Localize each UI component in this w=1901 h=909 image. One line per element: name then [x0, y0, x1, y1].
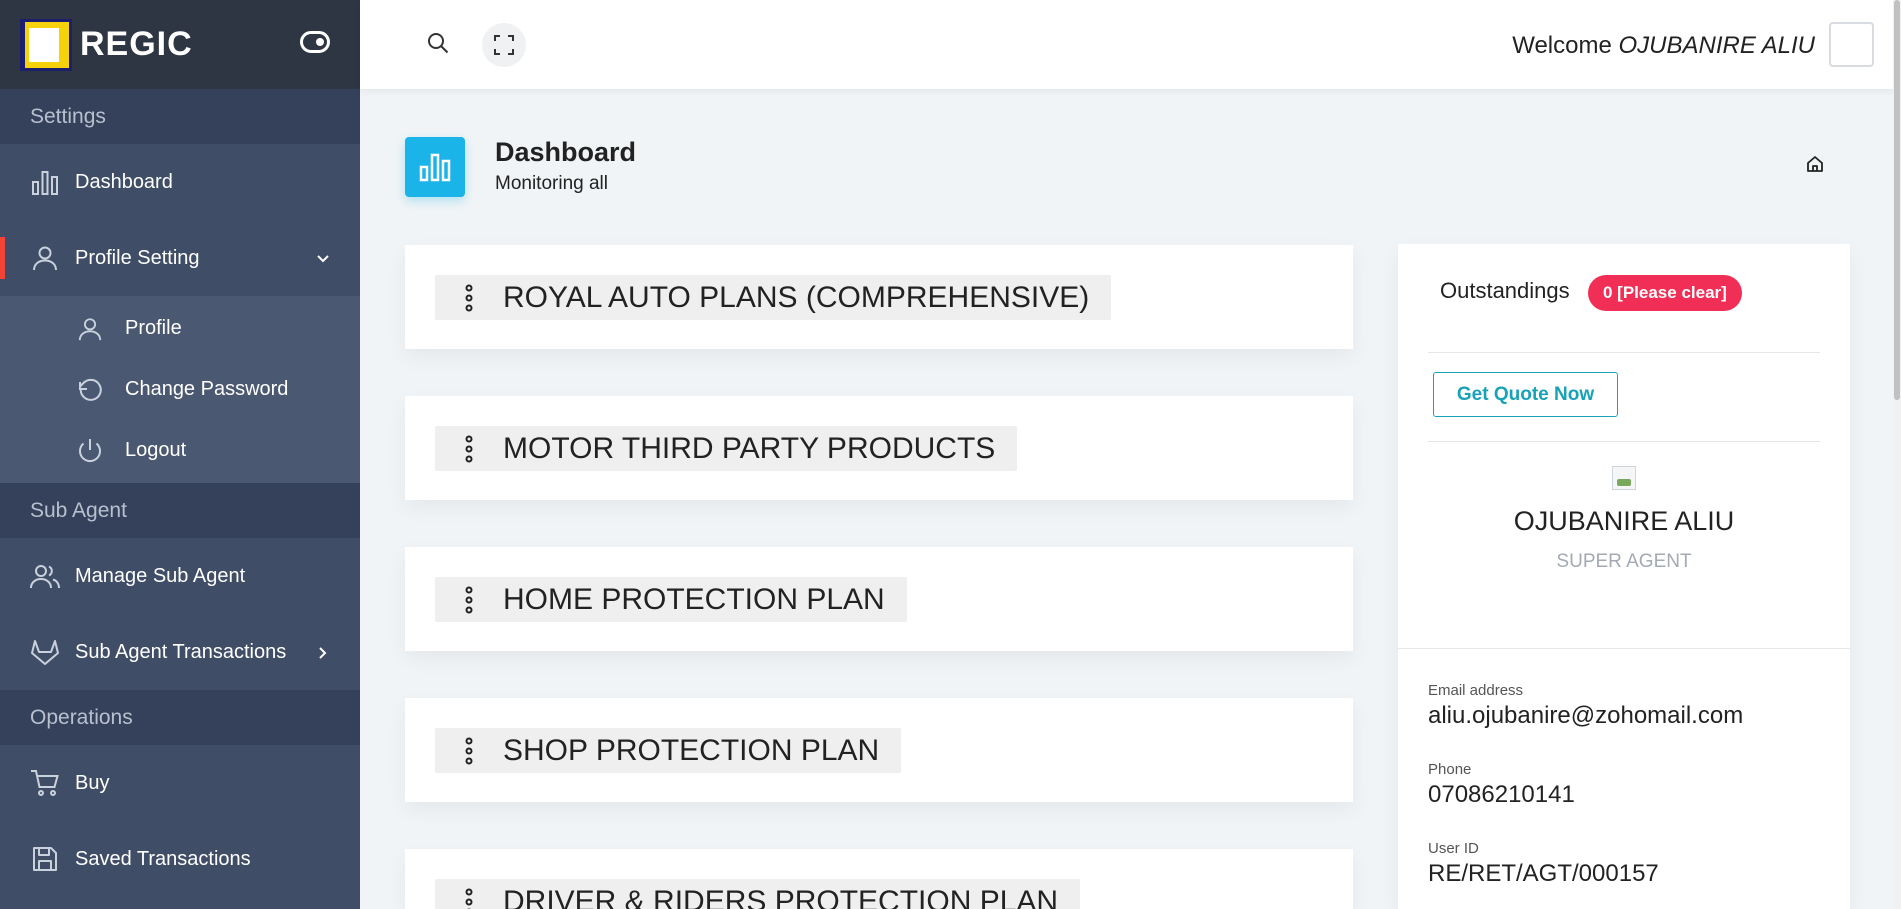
profile-name: OJUBANIRE ALIU: [1513, 506, 1735, 536]
get-quote-button[interactable]: Get Quote Now: [1433, 372, 1618, 417]
profile-role: SUPER AGENT: [1556, 551, 1692, 572]
sidebar-item-profile-setting[interactable]: Profile Setting: [0, 220, 360, 296]
plan-title: SHOP PROTECTION PLAN: [503, 733, 880, 767]
gitlab-icon: [30, 637, 60, 667]
plan-title: DRIVER & RIDERS PROTECTION PLAN: [503, 884, 1059, 909]
divider: [1428, 352, 1820, 353]
submenu-item-profile[interactable]: Profile: [0, 298, 360, 359]
plan-card[interactable]: ROYAL AUTO PLANS (COMPREHENSIVE): [405, 245, 1353, 349]
welcome-label: Welcome: [1512, 32, 1612, 59]
dashboard-header-icon: [405, 137, 465, 197]
chevron-right-icon: [316, 643, 330, 666]
plan-card[interactable]: DRIVER & RIDERS PROTECTION PLAN: [405, 849, 1353, 909]
app-root: REGIC Settings Dashboard Profile Setting: [0, 0, 1901, 909]
submenu-item-label: Logout: [125, 439, 187, 461]
search-icon[interactable]: [426, 31, 450, 60]
brand-bar: REGIC: [0, 0, 360, 89]
submenu-item-label: Change Password: [125, 378, 289, 400]
more-vertical-icon[interactable]: [465, 435, 473, 471]
sidebar: REGIC Settings Dashboard Profile Setting: [0, 0, 360, 909]
sidebar-item-label: Profile Setting: [75, 246, 200, 269]
chevron-down-icon: [316, 249, 330, 272]
maximize-icon: [494, 35, 514, 55]
email-value: aliu.ojubanire@zohomail.com: [1428, 702, 1744, 729]
sidebar-item-saved-transactions[interactable]: Saved Transactions: [0, 821, 360, 897]
plan-card[interactable]: HOME PROTECTION PLAN: [405, 547, 1353, 651]
welcome-message: Welcome OJUBANIRE ALIU: [1512, 32, 1815, 60]
page-subtitle: Monitoring all: [495, 173, 608, 194]
header-user-name: OJUBANIRE ALIU: [1618, 32, 1816, 59]
bar-chart-icon: [419, 153, 451, 182]
submenu-item-logout[interactable]: Logout: [0, 420, 360, 481]
sidebar-item-label: Manage Sub Agent: [75, 564, 246, 587]
profile-image: [1612, 466, 1636, 490]
scrollbar-thumb[interactable]: [1894, 0, 1900, 400]
phone-value: 07086210141: [1428, 781, 1575, 808]
section-sub-agent: Sub Agent: [0, 483, 360, 538]
email-label: Email address: [1428, 682, 1524, 699]
section-settings: Settings: [0, 89, 360, 144]
profile-card: Outstandings 0 [Please clear] Get Quote …: [1398, 244, 1850, 909]
user-icon: [30, 243, 60, 273]
sidebar-item-label: Saved Transactions: [75, 847, 251, 870]
outstandings-badge: 0 [Please clear]: [1588, 275, 1742, 311]
sidebar-item-manage-sub-agent[interactable]: Manage Sub Agent: [0, 538, 360, 614]
plan-header[interactable]: DRIVER & RIDERS PROTECTION PLAN: [435, 879, 1081, 909]
plan-title: ROYAL AUTO PLANS (COMPREHENSIVE): [503, 280, 1090, 314]
plan-card[interactable]: SHOP PROTECTION PLAN: [405, 698, 1353, 802]
bar-chart-icon: [30, 167, 60, 197]
divider: [1398, 648, 1850, 649]
more-vertical-icon[interactable]: [465, 586, 473, 622]
users-icon: [30, 561, 60, 591]
plan-title: MOTOR THIRD PARTY PRODUCTS: [503, 431, 996, 465]
power-icon: [75, 436, 105, 466]
sidebar-item-label: Dashboard: [75, 170, 173, 193]
fullscreen-button[interactable]: [482, 23, 526, 67]
top-header: Welcome OJUBANIRE ALIU: [360, 0, 1901, 89]
shopping-cart-icon: [30, 768, 60, 798]
brand-logo[interactable]: [20, 18, 72, 71]
sidebar-item-label: Buy: [75, 771, 110, 794]
profile-submenu: Profile Change Password Logout: [0, 296, 360, 483]
page-scrollbar[interactable]: [1893, 0, 1901, 909]
plan-header[interactable]: ROYAL AUTO PLANS (COMPREHENSIVE): [435, 275, 1112, 320]
user-icon: [75, 314, 105, 344]
avatar[interactable]: [1829, 22, 1874, 67]
submenu-item-label: Profile: [125, 317, 182, 339]
sidebar-item-buy[interactable]: Buy: [0, 745, 360, 821]
brand-name: REGIC: [80, 25, 193, 63]
home-icon[interactable]: [1806, 155, 1824, 178]
plan-header[interactable]: HOME PROTECTION PLAN: [435, 577, 907, 622]
plan-title: HOME PROTECTION PLAN: [503, 582, 885, 616]
more-vertical-icon[interactable]: [465, 284, 473, 320]
divider: [1428, 441, 1820, 442]
save-icon: [30, 844, 60, 874]
plan-header[interactable]: SHOP PROTECTION PLAN: [435, 728, 902, 773]
plan-card[interactable]: MOTOR THIRD PARTY PRODUCTS: [405, 396, 1353, 500]
userid-value: RE/RET/AGT/000157: [1428, 860, 1659, 887]
sidebar-toggle-icon[interactable]: [300, 31, 330, 58]
section-operations: Operations: [0, 690, 360, 745]
rotate-ccw-icon: [75, 375, 105, 405]
outstandings-label: Outstandings: [1440, 278, 1570, 303]
phone-label: Phone: [1428, 761, 1472, 778]
sidebar-item-dashboard[interactable]: Dashboard: [0, 144, 360, 220]
more-vertical-icon[interactable]: [465, 888, 473, 909]
sidebar-item-sub-agent-transactions[interactable]: Sub Agent Transactions: [0, 614, 360, 690]
more-vertical-icon[interactable]: [465, 737, 473, 773]
page-title: Dashboard: [495, 137, 637, 167]
sidebar-item-label: Sub Agent Transactions: [75, 640, 287, 663]
submenu-item-change-password[interactable]: Change Password: [0, 359, 360, 420]
userid-label: User ID: [1428, 840, 1479, 857]
plan-header[interactable]: MOTOR THIRD PARTY PRODUCTS: [435, 426, 1018, 471]
